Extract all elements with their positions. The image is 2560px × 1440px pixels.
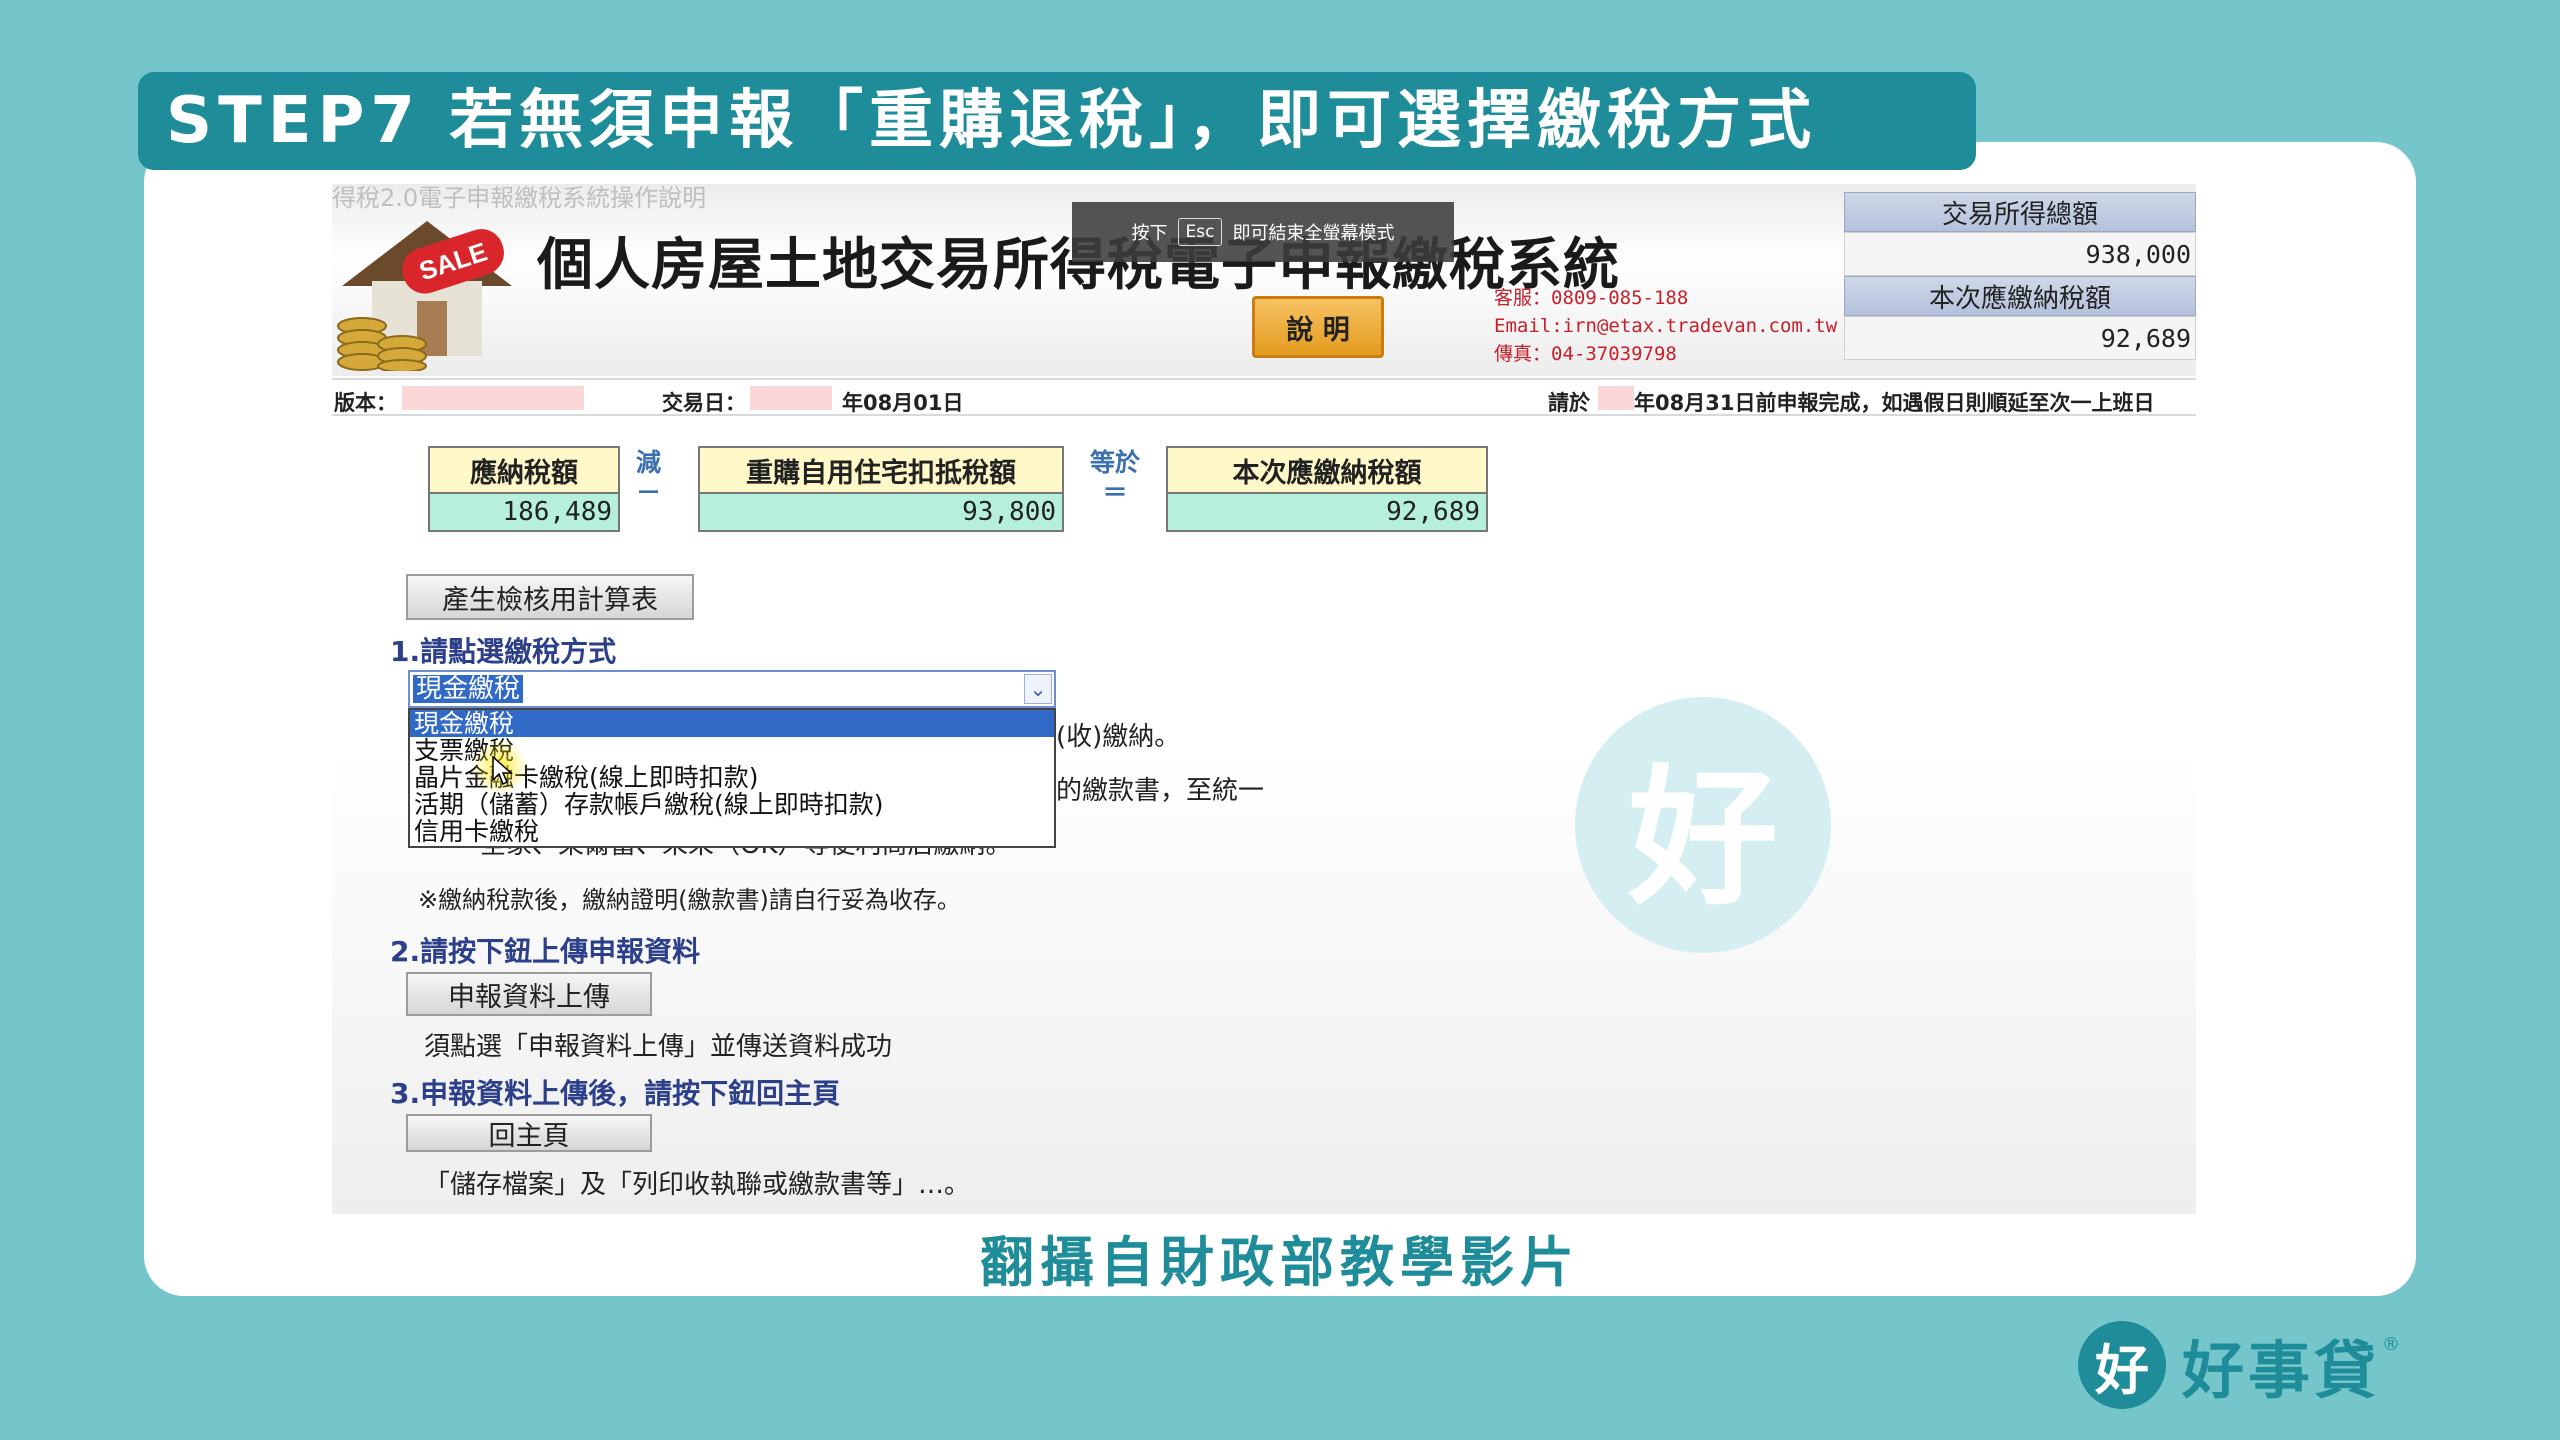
info-row: 版本： 交易日： 年08月01日 請於 年08月31日前申報完成，如遇假日則順延… bbox=[332, 378, 2196, 416]
deadline-year-redacted bbox=[1598, 386, 1634, 410]
section1-heading: 1.請點選繳稅方式 bbox=[390, 635, 617, 668]
payable-value: 92,689 bbox=[1168, 494, 1486, 530]
trade-year-redacted bbox=[750, 386, 832, 410]
tax-due-box: 應納稅額 186,489 bbox=[428, 446, 620, 532]
esc-hint-suffix: 即可結束全螢幕模式 bbox=[1232, 223, 1395, 244]
payment-proof-note: ※繳納稅款後，繳納證明(繳款書)請自行妥為收存。 bbox=[418, 886, 961, 914]
deduction-label: 重購自用住宅扣抵稅額 bbox=[700, 448, 1062, 494]
minus-label: 減 bbox=[636, 448, 662, 477]
total-income-value: 938,000 bbox=[1844, 232, 2196, 276]
section2-heading: 2.請按下鈕上傳申報資料 bbox=[390, 935, 701, 968]
summary-panel: 交易所得總額 938,000 本次應繳納稅額 92,689 bbox=[1844, 192, 2196, 360]
upload-data-button[interactable]: 申報資料上傳 bbox=[406, 972, 652, 1016]
house-coins-logo: SALE bbox=[337, 221, 512, 371]
esc-hint-prefix: 按下 bbox=[1131, 223, 1168, 244]
deduction-value: 93,800 bbox=[700, 494, 1062, 530]
version-label: 版本： bbox=[334, 391, 397, 415]
deduction-box: 重購自用住宅扣抵稅額 93,800 bbox=[698, 446, 1064, 532]
hidden-text-line1: (收)繳納。 bbox=[1056, 722, 1181, 752]
brand-logo: 好 好事貸 ® bbox=[2078, 1320, 2400, 1410]
service-email: Email:irn@etax.tradevan.com.tw bbox=[1494, 315, 1838, 337]
minus-operator: 減 － bbox=[636, 448, 661, 508]
step-title-banner: STEP7 若無須申報「重購退稅」，即可選擇繳稅方式 bbox=[138, 72, 1976, 170]
minus-symbol: － bbox=[636, 478, 662, 507]
payable-tax-label: 本次應繳納稅額 bbox=[1844, 276, 2196, 316]
payment-method-selected: 現金繳稅 bbox=[413, 675, 524, 703]
option-credit-card[interactable]: 信用卡繳稅 bbox=[410, 818, 1054, 845]
help-button[interactable]: 說 明 bbox=[1252, 296, 1384, 358]
payable-tax-value: 92,689 bbox=[1844, 316, 2196, 360]
deadline-prefix: 請於 bbox=[1548, 391, 1590, 415]
tax-due-value: 186,489 bbox=[430, 494, 618, 530]
contact-info: 客服：0809-085-188 Email:irn@etax.tradevan.… bbox=[1494, 284, 1837, 368]
registered-mark: ® bbox=[2382, 1334, 2401, 1355]
esc-key: Esc bbox=[1177, 218, 1223, 246]
return-home-button[interactable]: 回主頁 bbox=[406, 1114, 652, 1152]
total-income-label: 交易所得總額 bbox=[1844, 192, 2196, 232]
payable-box: 本次應繳納稅額 92,689 bbox=[1166, 446, 1488, 532]
brand-watermark-icon: 好 bbox=[1575, 697, 1831, 953]
payment-method-select[interactable]: 現金繳稅 ⌄ bbox=[408, 670, 1056, 708]
source-caption: 翻攝自財政部教學影片 bbox=[980, 1231, 1580, 1294]
section3-heading: 3.申報資料上傳後，請按下鈕回主頁 bbox=[390, 1077, 841, 1110]
fullscreen-esc-hint: 按下 Esc 即可結束全螢幕模式 bbox=[1072, 202, 1454, 262]
brand-icon: 好 bbox=[2078, 1321, 2166, 1409]
trade-date-label: 交易日： bbox=[662, 391, 746, 415]
tax-system-screenshot: 得稅2.0電子申報繳稅系統操作說明 SALE 個人房屋土地交易所得稅電子申報繳稅… bbox=[332, 184, 2196, 1214]
deadline-text: 年08月31日前申報完成，如遇假日則順延至次一上班日 bbox=[1634, 391, 2155, 415]
service-fax: 傳真：04-37039798 bbox=[1494, 343, 1677, 365]
brand-name: 好事貸 bbox=[2182, 1334, 2381, 1407]
equals-operator: 等於 ＝ bbox=[1090, 448, 1140, 508]
option-cash[interactable]: 現金繳稅 bbox=[410, 710, 1054, 737]
hidden-text-line2: 的繳款書，至統一 bbox=[1056, 776, 1265, 806]
option-savings-account[interactable]: 活期（儲蓄）存款帳戶繳稅(線上即時扣款) bbox=[410, 791, 1054, 818]
equals-label: 等於 bbox=[1090, 448, 1141, 477]
payable-label: 本次應繳納稅額 bbox=[1168, 448, 1486, 494]
mouse-cursor-icon bbox=[492, 756, 513, 786]
service-phone: 客服：0809-085-188 bbox=[1494, 287, 1689, 309]
equals-symbol: ＝ bbox=[1102, 478, 1128, 507]
chevron-down-icon[interactable]: ⌄ bbox=[1024, 674, 1052, 704]
upload-note: 須點選「申報資料上傳」並傳送資料成功 bbox=[424, 1032, 893, 1062]
tax-due-label: 應納稅額 bbox=[430, 448, 618, 494]
trade-date-value: 年08月01日 bbox=[842, 391, 964, 415]
version-value-redacted bbox=[402, 386, 584, 410]
return-home-note: 「儲存檔案」及「列印收執聯或繳款書等」…。 bbox=[424, 1170, 971, 1200]
generate-calc-sheet-button[interactable]: 產生檢核用計算表 bbox=[406, 574, 694, 620]
